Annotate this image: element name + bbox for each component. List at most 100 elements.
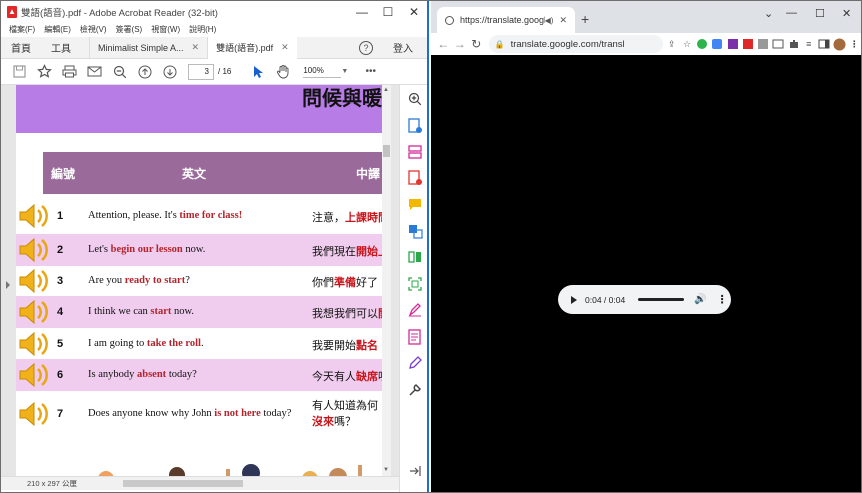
login-button[interactable]: 登入	[393, 40, 413, 55]
chevron-down-icon[interactable]: ▼	[341, 68, 348, 75]
evernote-extension-icon[interactable]	[696, 36, 709, 52]
translate-extension-icon[interactable]	[711, 36, 724, 52]
screenshot-extension-icon[interactable]	[772, 36, 785, 52]
hand-tool-icon[interactable]	[270, 61, 295, 83]
bookmark-star-icon[interactable]	[32, 61, 57, 83]
share-icon[interactable]: ⇪	[665, 36, 678, 52]
speaker-icon[interactable]	[18, 299, 52, 325]
speaker-icon[interactable]	[18, 401, 52, 427]
menu-edit[interactable]: 編輯(E)	[44, 23, 71, 37]
maximize-button[interactable]: ☐	[815, 7, 825, 20]
menu-sign[interactable]: 簽署(S)	[116, 23, 143, 37]
close-icon[interactable]: ✕	[192, 42, 200, 53]
edit-pdf-icon[interactable]	[407, 329, 423, 345]
row-chinese: 注意，上課時間	[312, 209, 382, 225]
menu-view[interactable]: 檢視(V)	[80, 23, 107, 37]
scroll-up-icon[interactable]: ▲	[383, 87, 389, 93]
speaker-icon[interactable]	[18, 362, 52, 388]
comment-icon[interactable]	[407, 196, 423, 212]
speaker-icon[interactable]	[18, 268, 52, 294]
zoom-input[interactable]: 100%	[303, 65, 342, 78]
address-bar[interactable]: 🔒 translate.google.com/transl	[488, 35, 664, 53]
menu-window[interactable]: 視窗(W)	[151, 23, 180, 37]
new-tab-button[interactable]: +	[581, 11, 589, 27]
fill-sign-icon[interactable]	[407, 302, 423, 318]
extensions-puzzle-icon[interactable]	[787, 36, 800, 52]
vertical-scrollbar[interactable]: ▲ ▼	[382, 85, 391, 476]
chrome-menu-icon[interactable]: ⋮	[848, 36, 861, 52]
page-number-input[interactable]: 3	[188, 63, 214, 80]
chevron-down-icon[interactable]: ⌄	[764, 7, 773, 20]
row-chinese: 今天有人缺席嗎	[312, 368, 382, 384]
minimize-button[interactable]: —	[349, 1, 375, 23]
email-icon[interactable]	[82, 61, 107, 83]
left-panel-toggle[interactable]	[1, 85, 15, 476]
close-button[interactable]: ✕	[401, 1, 427, 23]
speaker-icon[interactable]	[18, 331, 52, 357]
maximize-button[interactable]: ☐	[375, 1, 401, 23]
organize-pages-icon[interactable]	[407, 144, 423, 160]
english-text: today?	[260, 408, 292, 419]
side-panel-icon[interactable]	[817, 36, 830, 52]
status-bar: 210 x 297 公厘	[1, 476, 399, 490]
close-icon[interactable]: ✕	[281, 42, 289, 53]
export-pdf-icon[interactable]	[407, 118, 423, 134]
onenote-extension-icon[interactable]	[726, 36, 739, 52]
english-highlight: is not here	[214, 408, 261, 419]
speaker-icon[interactable]	[18, 237, 52, 263]
sign-pen-icon[interactable]	[407, 355, 423, 371]
volume-icon[interactable]: 🔊	[694, 294, 706, 305]
minimize-button[interactable]: —	[786, 7, 797, 19]
table-row: 1 Attention, please. It's time for class!…	[16, 200, 382, 232]
more-options-icon[interactable]: ⋮	[717, 294, 728, 305]
more-tools-button[interactable]: •••	[358, 61, 383, 83]
tab-translate[interactable]: https://translate.google.co ◀) ✕	[437, 7, 575, 33]
scan-ocr-icon[interactable]	[407, 276, 423, 292]
next-page-icon[interactable]	[157, 61, 182, 83]
select-cursor-icon[interactable]	[245, 61, 270, 83]
play-icon[interactable]	[571, 295, 577, 304]
audio-progress-bar[interactable]	[638, 298, 685, 301]
compare-files-icon[interactable]	[407, 249, 423, 265]
forward-arrow-icon[interactable]: →	[452, 37, 469, 51]
audio-player[interactable]: 0:04 / 0:04 🔊 ⋮	[558, 285, 731, 314]
more-tools-wrench-icon[interactable]	[407, 382, 423, 398]
acrobat-extension-icon[interactable]	[756, 36, 769, 52]
close-button[interactable]: ✕	[842, 7, 851, 20]
lock-icon[interactable]: 🔒	[495, 40, 505, 49]
row-english: I think we can start now.	[88, 306, 194, 317]
star-icon[interactable]: ☆	[680, 36, 693, 52]
horizontal-scroll-thumb[interactable]	[123, 480, 243, 487]
nav-tools[interactable]: 工具	[41, 40, 81, 55]
zoom-out-search-icon[interactable]	[107, 61, 132, 83]
scroll-thumb[interactable]	[383, 145, 390, 157]
create-pdf-icon[interactable]	[407, 170, 423, 186]
close-icon[interactable]: ✕	[559, 15, 567, 26]
tab-minimalist[interactable]: Minimalist Simple A... ✕	[89, 36, 207, 59]
translate-pdf-icon[interactable]	[407, 223, 423, 239]
row-number: 4	[57, 306, 64, 318]
expand-arrow-icon[interactable]	[6, 281, 10, 289]
reload-icon[interactable]: ↻	[468, 37, 485, 51]
audio-playing-icon[interactable]: ◀)	[545, 16, 554, 25]
chinese-highlight: 上課時間	[345, 212, 382, 224]
speaker-icon[interactable]	[18, 203, 52, 229]
audio-time: 0:04 / 0:04	[585, 294, 626, 305]
table-row: 4 I think we can start now. 我想我們可以開	[16, 296, 382, 328]
flipboard-extension-icon[interactable]	[741, 36, 754, 52]
zoom-in-icon[interactable]	[407, 91, 423, 107]
menu-file[interactable]: 檔案(F)	[9, 23, 35, 37]
profile-avatar[interactable]	[833, 36, 846, 52]
document-view[interactable]: 問候與暖 編號 英文 中譯 1 Attention, please. It's t…	[1, 85, 399, 476]
menu-help[interactable]: 說明(H)	[189, 23, 216, 37]
collapse-panel-icon[interactable]	[407, 463, 423, 479]
print-icon[interactable]	[57, 61, 82, 83]
previous-page-icon[interactable]	[132, 61, 157, 83]
back-arrow-icon[interactable]: ←	[435, 37, 452, 51]
scroll-down-icon[interactable]: ▼	[383, 467, 389, 473]
nav-home[interactable]: 首頁	[1, 40, 41, 55]
help-icon[interactable]: ?	[359, 40, 373, 55]
save-icon[interactable]	[7, 61, 32, 83]
reading-list-icon[interactable]: ≡	[802, 36, 815, 52]
tab-bilingual-pdf[interactable]: 雙語(語音).pdf ✕	[207, 36, 297, 59]
